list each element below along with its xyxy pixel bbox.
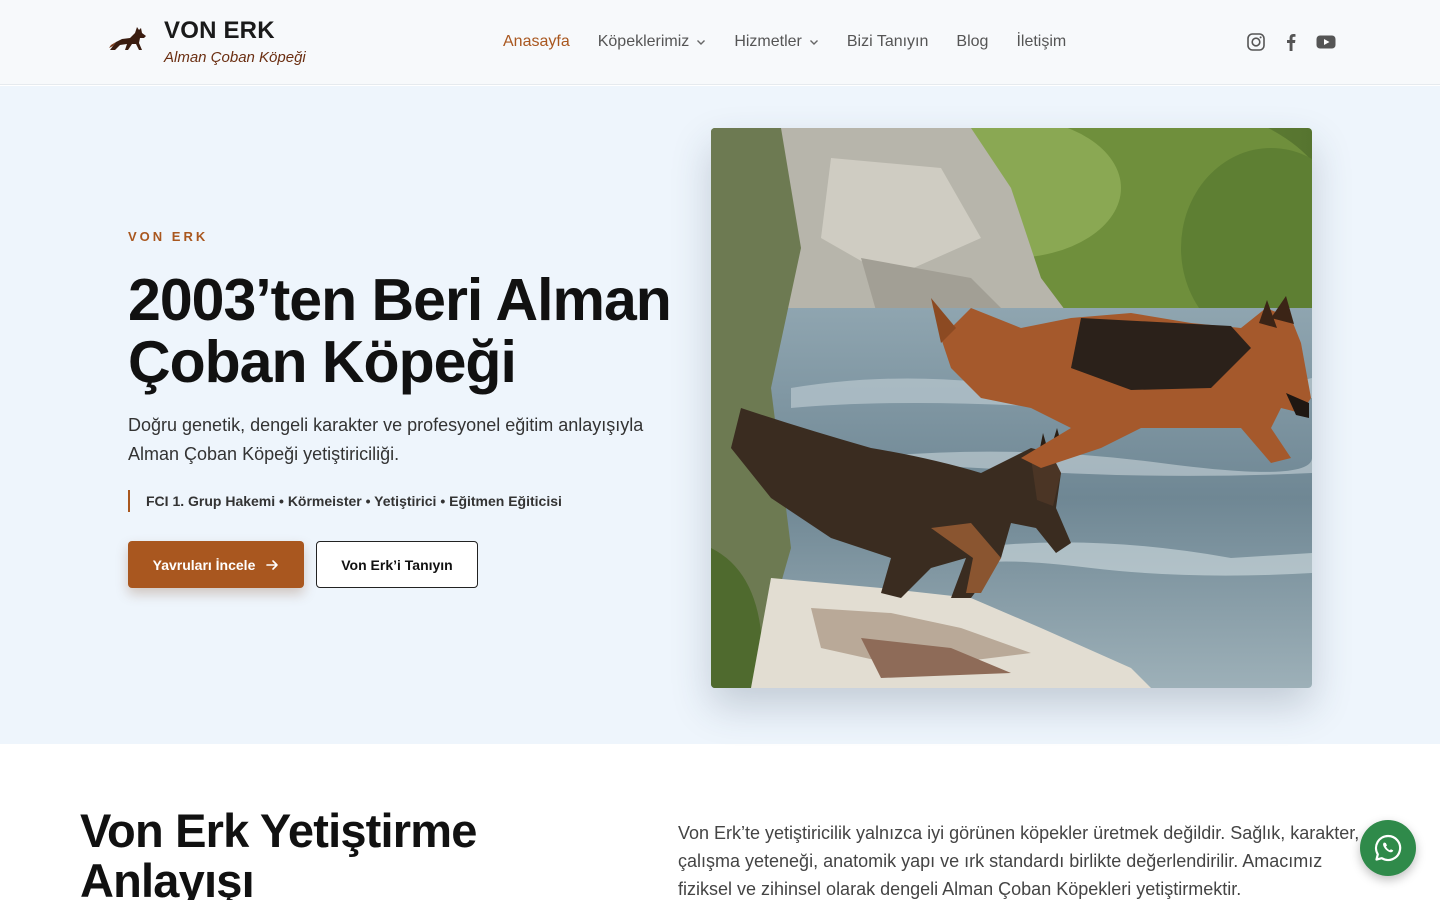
nav-item-iletisim[interactable]: İletişim — [1016, 31, 1066, 53]
breeding-section-title-line: Anlayışı — [80, 854, 255, 900]
hero-title: 2003’ten Beri Alman Çoban Köpeği — [128, 269, 698, 393]
whatsapp-icon — [1374, 834, 1402, 862]
logo-title: VON ERK — [164, 17, 275, 44]
shepherd-dog-logo-icon — [109, 27, 146, 50]
nav-item-anasayfa[interactable]: Anasayfa — [503, 31, 570, 53]
about-von-erk-button-label: Von Erk’i Tanıyın — [341, 556, 453, 573]
nav-item-bizi-taniyin[interactable]: Bizi Tanıyın — [847, 31, 929, 53]
breeding-text-line: fiziksel ve zihinsel olarak dengeli Alma… — [678, 879, 1242, 899]
about-von-erk-button[interactable]: Von Erk’i Tanıyın — [316, 541, 478, 588]
nav-item-kopeklerimiz[interactable]: Köpeklerimiz — [598, 31, 707, 53]
breeding-text-line: çalışma yeteneği, anatomik yapı ve ırk s… — [678, 851, 1323, 871]
view-puppies-button[interactable]: Yavruları İncele — [128, 541, 304, 588]
nav-item-blog[interactable]: Blog — [956, 31, 988, 53]
hero-title-line: Çoban Köpeği — [128, 329, 517, 395]
chevron-down-icon — [697, 40, 706, 45]
main-nav: Anasayfa Köpeklerimiz Hizmetler Bizi Tan… — [503, 31, 1094, 53]
hero-description-line: Alman Çoban Köpeği yetiştiriciliği. — [128, 444, 400, 464]
hero-description: Doğru genetik, dengeli karakter ve profe… — [128, 411, 668, 469]
logo-subtitle: Alman Çoban Köpeği — [164, 49, 306, 66]
site-logo[interactable]: VON ERK Alman Çoban Köpeği — [108, 16, 306, 68]
hero-image — [711, 128, 1312, 688]
hero-eyebrow: VON ERK — [128, 229, 209, 244]
nav-item-label: Anasayfa — [503, 33, 570, 50]
arrow-right-icon — [266, 559, 279, 570]
youtube-icon[interactable] — [1315, 31, 1337, 53]
dogs-jumping-river-photo — [711, 128, 1312, 688]
breeding-section-text: Von Erk’te yetiştiricilik yalnızca iyi g… — [678, 819, 1368, 900]
hero-section: VON ERK 2003’ten Beri Alman Çoban Köpeği… — [0, 86, 1440, 744]
social-links — [1245, 31, 1350, 53]
hero-description-line: Doğru genetik, dengeli karakter ve profe… — [128, 415, 644, 435]
instagram-icon[interactable] — [1245, 31, 1267, 53]
nav-item-label: Bizi Tanıyın — [846, 33, 929, 50]
breeding-text-line: Von Erk’te yetiştiricilik yalnızca iyi g… — [678, 823, 1360, 843]
hero-credentials: FCI 1. Grup Hakemi • Körmeister • Yetişt… — [128, 490, 562, 512]
facebook-icon[interactable] — [1280, 31, 1302, 53]
nav-item-hizmetler[interactable]: Hizmetler — [734, 31, 819, 53]
site-header: VON ERK Alman Çoban Köpeği Anasayfa Köpe… — [0, 0, 1440, 85]
view-puppies-button-label: Yavruları İncele — [152, 556, 256, 573]
nav-item-label: Köpeklerimiz — [597, 33, 690, 50]
hero-title-line: 2003’ten Beri Alman — [128, 267, 672, 333]
whatsapp-button[interactable] — [1360, 820, 1416, 876]
nav-item-label: İletişim — [1016, 33, 1067, 50]
nav-item-label: Blog — [956, 33, 989, 50]
chevron-down-icon — [809, 40, 818, 45]
breeding-section-title-line: Von Erk Yetiştirme — [80, 804, 477, 857]
breeding-section-title: Von Erk Yetiştirme Anlayışı — [80, 806, 600, 900]
nav-item-label: Hizmetler — [734, 33, 802, 50]
